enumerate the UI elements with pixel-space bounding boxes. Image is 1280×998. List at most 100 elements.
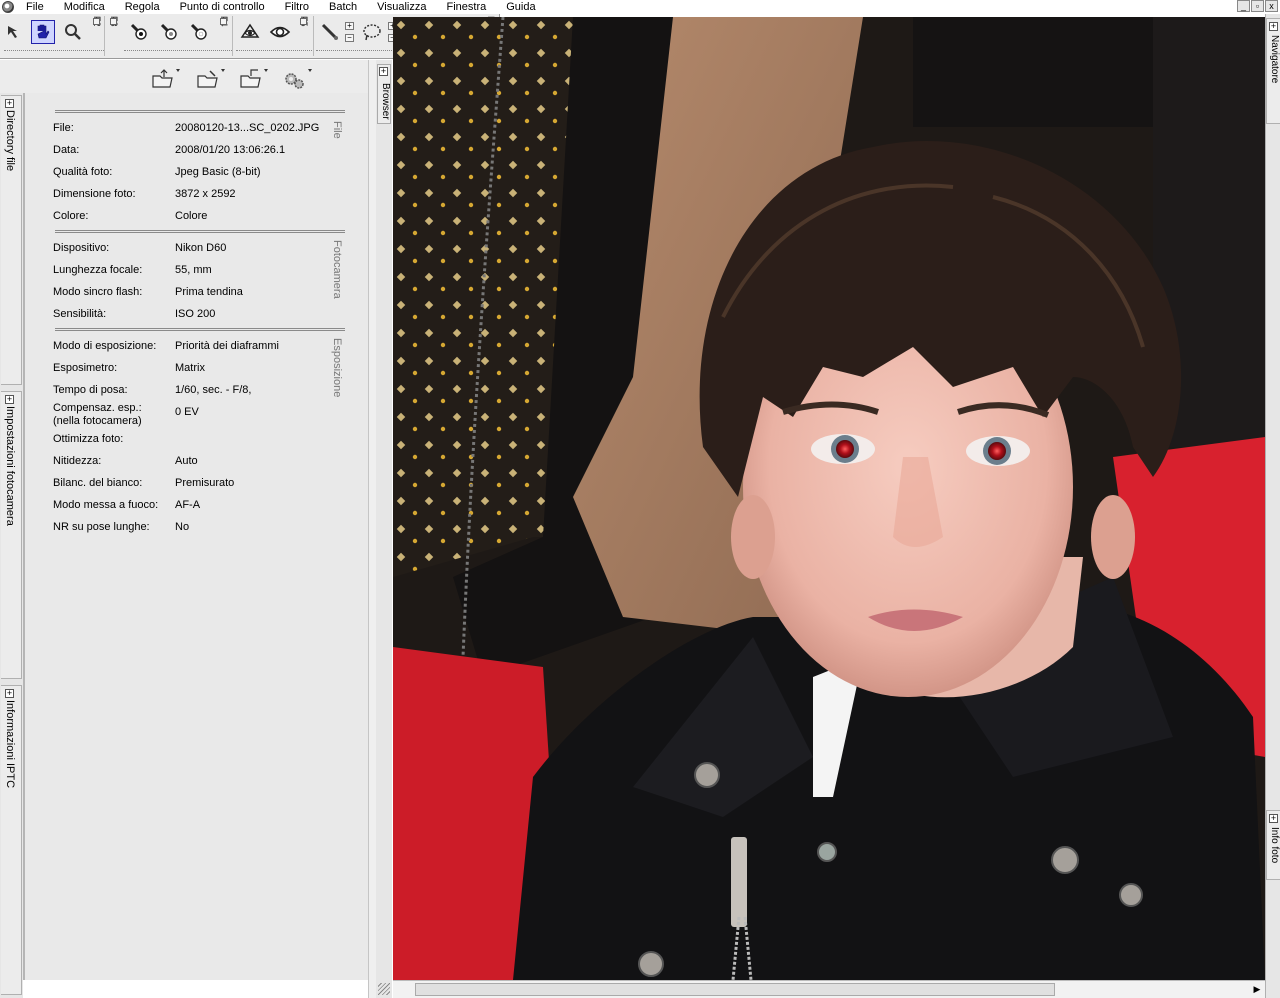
toolbar-divider	[104, 16, 105, 56]
info-label: NR su pose lunghe:	[53, 521, 150, 533]
info-label: Data:	[53, 144, 80, 156]
tab-info-foto[interactable]: + Info foto	[1266, 810, 1280, 880]
scrollbar-thumb[interactable]	[415, 983, 1055, 996]
menu-filtro[interactable]: Filtro	[285, 0, 309, 14]
info-value: 55, mm	[175, 264, 212, 276]
horizontal-scrollbar[interactable]: ▶	[393, 980, 1265, 998]
info-label: Colore:	[53, 210, 89, 222]
eye-icon[interactable]	[268, 20, 292, 44]
info-label: Ottimizza foto:	[53, 433, 124, 445]
toolbar-toggle-box[interactable]	[110, 18, 117, 25]
dropper-black-icon[interactable]	[127, 20, 151, 44]
info-label: Esposimetro:	[53, 362, 118, 374]
info-label: Lunghezza focale:	[53, 264, 143, 276]
menu-punto-di-controllo[interactable]: Punto di controllo	[180, 0, 265, 14]
section-divider	[55, 230, 345, 233]
tab-impostazioni-fotocamera[interactable]: + Impostazioni fotocamera	[1, 391, 22, 679]
info-label: Modo messa a fuoco:	[53, 499, 159, 511]
tab-label: Navigatore	[1269, 35, 1280, 84]
info-value: Nikon D60	[175, 242, 227, 254]
info-row: Data: 2008/01/20 13:06:26.1	[53, 144, 333, 160]
toolbar-divider	[236, 50, 312, 54]
toolbar-divider	[4, 50, 104, 54]
image-canvas[interactable]	[393, 17, 1265, 980]
toolbar-toggle-box[interactable]	[220, 18, 227, 25]
red-eye-icon[interactable]	[238, 20, 262, 44]
brush-size-plus-button[interactable]: +	[345, 22, 354, 30]
tab-label: Info foto	[1269, 827, 1280, 864]
section-divider	[55, 110, 345, 113]
info-row: Esposimetro: Matrix	[53, 362, 333, 378]
info-label: File:	[53, 122, 74, 134]
brush-size-minus-button[interactable]: −	[345, 34, 354, 42]
scroll-right-arrow-icon[interactable]: ▶	[1251, 983, 1263, 996]
toolbar-divider	[232, 16, 233, 56]
info-value: 2008/01/20 13:06:26.1	[175, 144, 286, 156]
info-panel: File File: 20080120-13...SC_0202.JPG Data…	[23, 93, 374, 980]
info-row: Sensibilità: ISO 200	[53, 308, 333, 324]
menu-finestra[interactable]: Finestra	[446, 0, 486, 14]
toolbar-divider	[124, 50, 232, 54]
info-row: Qualità foto: Jpeg Basic (8-bit)	[53, 166, 333, 182]
lasso-icon[interactable]	[360, 20, 384, 44]
info-row: Lunghezza focale: 55, mm	[53, 264, 333, 280]
info-value: 0 EV	[175, 406, 199, 418]
dropper-gray-icon[interactable]	[157, 20, 181, 44]
minimize-button[interactable]: _	[1237, 0, 1250, 12]
info-value: Jpeg Basic (8-bit)	[175, 166, 261, 178]
info-value: No	[175, 521, 190, 533]
tab-navigatore[interactable]: + Navigatore	[1266, 18, 1280, 124]
info-label: Modo di esposizione:	[53, 340, 157, 352]
expand-plus-icon[interactable]: +	[379, 67, 388, 76]
info-row: Modo sincro flash: Prima tendina	[53, 286, 333, 302]
info-value: Colore	[175, 210, 208, 222]
menu-file[interactable]: File	[26, 0, 44, 14]
info-value: Premisurato	[175, 477, 235, 489]
info-row: Colore: Colore	[53, 210, 333, 226]
toolbar-toggle-box[interactable]	[93, 18, 100, 25]
expand-plus-icon[interactable]: +	[1269, 22, 1278, 31]
tab-label: Informazioni IPTC	[4, 700, 16, 789]
close-button[interactable]: x	[1265, 0, 1278, 12]
brush-icon[interactable]	[318, 20, 342, 44]
info-row: Modo messa a fuoco: AF-A	[53, 499, 333, 515]
expand-plus-icon[interactable]: +	[5, 689, 14, 698]
dropper-white-icon[interactable]	[187, 20, 211, 44]
info-row: Modo di esposizione: Priorità dei diafram…	[53, 340, 333, 356]
expand-plus-icon[interactable]: +	[5, 99, 14, 108]
panel-scrollbar[interactable]	[368, 60, 376, 998]
restore-button[interactable]: ▫	[1251, 0, 1264, 12]
menu-visualizza[interactable]: Visualizza	[377, 0, 426, 14]
tab-label: Impostazioni fotocamera	[4, 406, 16, 526]
settings-gears-icon[interactable]	[282, 68, 312, 90]
expand-plus-icon[interactable]: +	[1269, 814, 1278, 823]
info-value: ISO 200	[175, 308, 216, 320]
menu-modifica[interactable]: Modifica	[64, 0, 105, 14]
toolbar-divider	[313, 16, 314, 56]
menu-guida[interactable]: Guida	[506, 0, 535, 14]
menu-regola[interactable]: Regola	[125, 0, 160, 14]
save-folder-icon[interactable]	[195, 68, 225, 90]
info-label: Compensaz. esp.: (nella fotocamera)	[53, 402, 142, 427]
photo-image	[393, 17, 1265, 980]
tab-browser[interactable]: + Browser	[377, 64, 391, 124]
tab-directory-file[interactable]: + Directory file	[1, 95, 22, 385]
arrow-icon[interactable]	[2, 20, 26, 44]
menu-batch[interactable]: Batch	[329, 0, 357, 14]
info-value: 1/60, sec. - F/8,	[175, 384, 252, 396]
expand-plus-icon[interactable]: +	[5, 395, 14, 404]
open-folder-icon[interactable]	[150, 68, 180, 90]
app-logo-icon[interactable]	[2, 1, 14, 13]
section-divider	[55, 328, 345, 331]
resize-grip[interactable]	[378, 983, 390, 995]
browse-folder-icon[interactable]	[238, 68, 268, 90]
info-row: Nitidezza: Auto	[53, 455, 333, 471]
window-controls: _ ▫ x	[1237, 0, 1278, 12]
info-label: Nitidezza:	[53, 455, 102, 467]
info-label: Sensibilità:	[53, 308, 107, 320]
hand-icon[interactable]	[31, 20, 55, 44]
magnifier-icon[interactable]	[61, 20, 85, 44]
info-row: Bilanc. del bianco: Premisurato	[53, 477, 333, 493]
tab-informazioni-iptc[interactable]: + Informazioni IPTC	[1, 685, 22, 995]
toolbar-toggle-box[interactable]	[300, 18, 307, 25]
